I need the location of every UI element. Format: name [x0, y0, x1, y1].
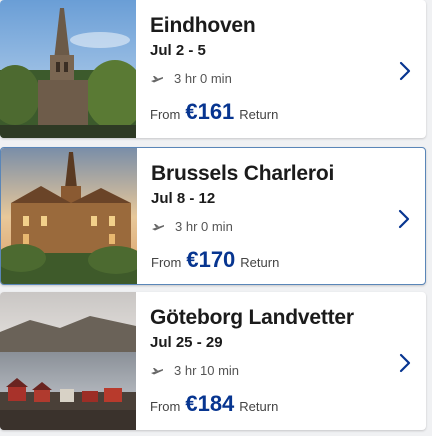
flight-card-goteborg-landvetter[interactable]: Göteborg Landvetter Jul 25 - 29 3 hr 10 …: [0, 292, 426, 430]
trip-type-label: Return: [239, 399, 279, 414]
flight-card-brussels-charleroi[interactable]: Brussels Charleroi Jul 8 - 12 3 hr 0 min…: [0, 147, 426, 285]
chevron-right-icon: [398, 209, 410, 229]
price-row: From €184 Return: [150, 391, 386, 417]
plane-icon: [151, 367, 163, 374]
destination-city: Eindhoven: [150, 14, 256, 37]
plane-icon: [151, 75, 163, 82]
trip-type-label: Return: [239, 107, 279, 122]
duration-text: 3 hr 0 min: [174, 71, 232, 86]
price-row: From €161 Return: [150, 99, 386, 125]
duration-text: 3 hr 10 min: [174, 363, 240, 378]
eindhoven-church-photo: [0, 0, 136, 138]
brussels-castle-photo: [1, 148, 137, 284]
trip-type-label: Return: [240, 255, 280, 270]
price-row: From €170 Return: [151, 247, 385, 273]
destination-city: Brussels Charleroi: [151, 162, 335, 185]
from-label: From: [151, 255, 182, 270]
chevron-right-icon: [399, 61, 411, 81]
price-value: €161: [185, 99, 235, 124]
duration-text: 3 hr 0 min: [175, 219, 233, 234]
destination-city: Göteborg Landvetter: [150, 306, 354, 329]
plane-icon: [152, 223, 164, 230]
from-label: From: [150, 399, 181, 414]
destination-photo: [0, 292, 136, 430]
travel-dates: Jul 25 - 29: [150, 334, 223, 351]
from-label: From: [150, 107, 181, 122]
flight-duration: 3 hr 0 min: [150, 71, 386, 86]
destination-photo: [0, 0, 136, 138]
travel-dates: Jul 8 - 12: [151, 190, 216, 207]
destination-photo: [1, 148, 137, 284]
travel-dates: Jul 2 - 5: [150, 42, 206, 59]
price-value: €170: [186, 247, 236, 272]
goteborg-harbour-photo: [0, 292, 136, 430]
price-value: €184: [185, 391, 235, 416]
flight-card-eindhoven[interactable]: Eindhoven Jul 2 - 5 3 hr 0 min From €161…: [0, 0, 426, 138]
chevron-right-icon: [399, 353, 411, 373]
flight-duration: 3 hr 10 min: [150, 363, 386, 378]
flight-duration: 3 hr 0 min: [151, 219, 385, 234]
